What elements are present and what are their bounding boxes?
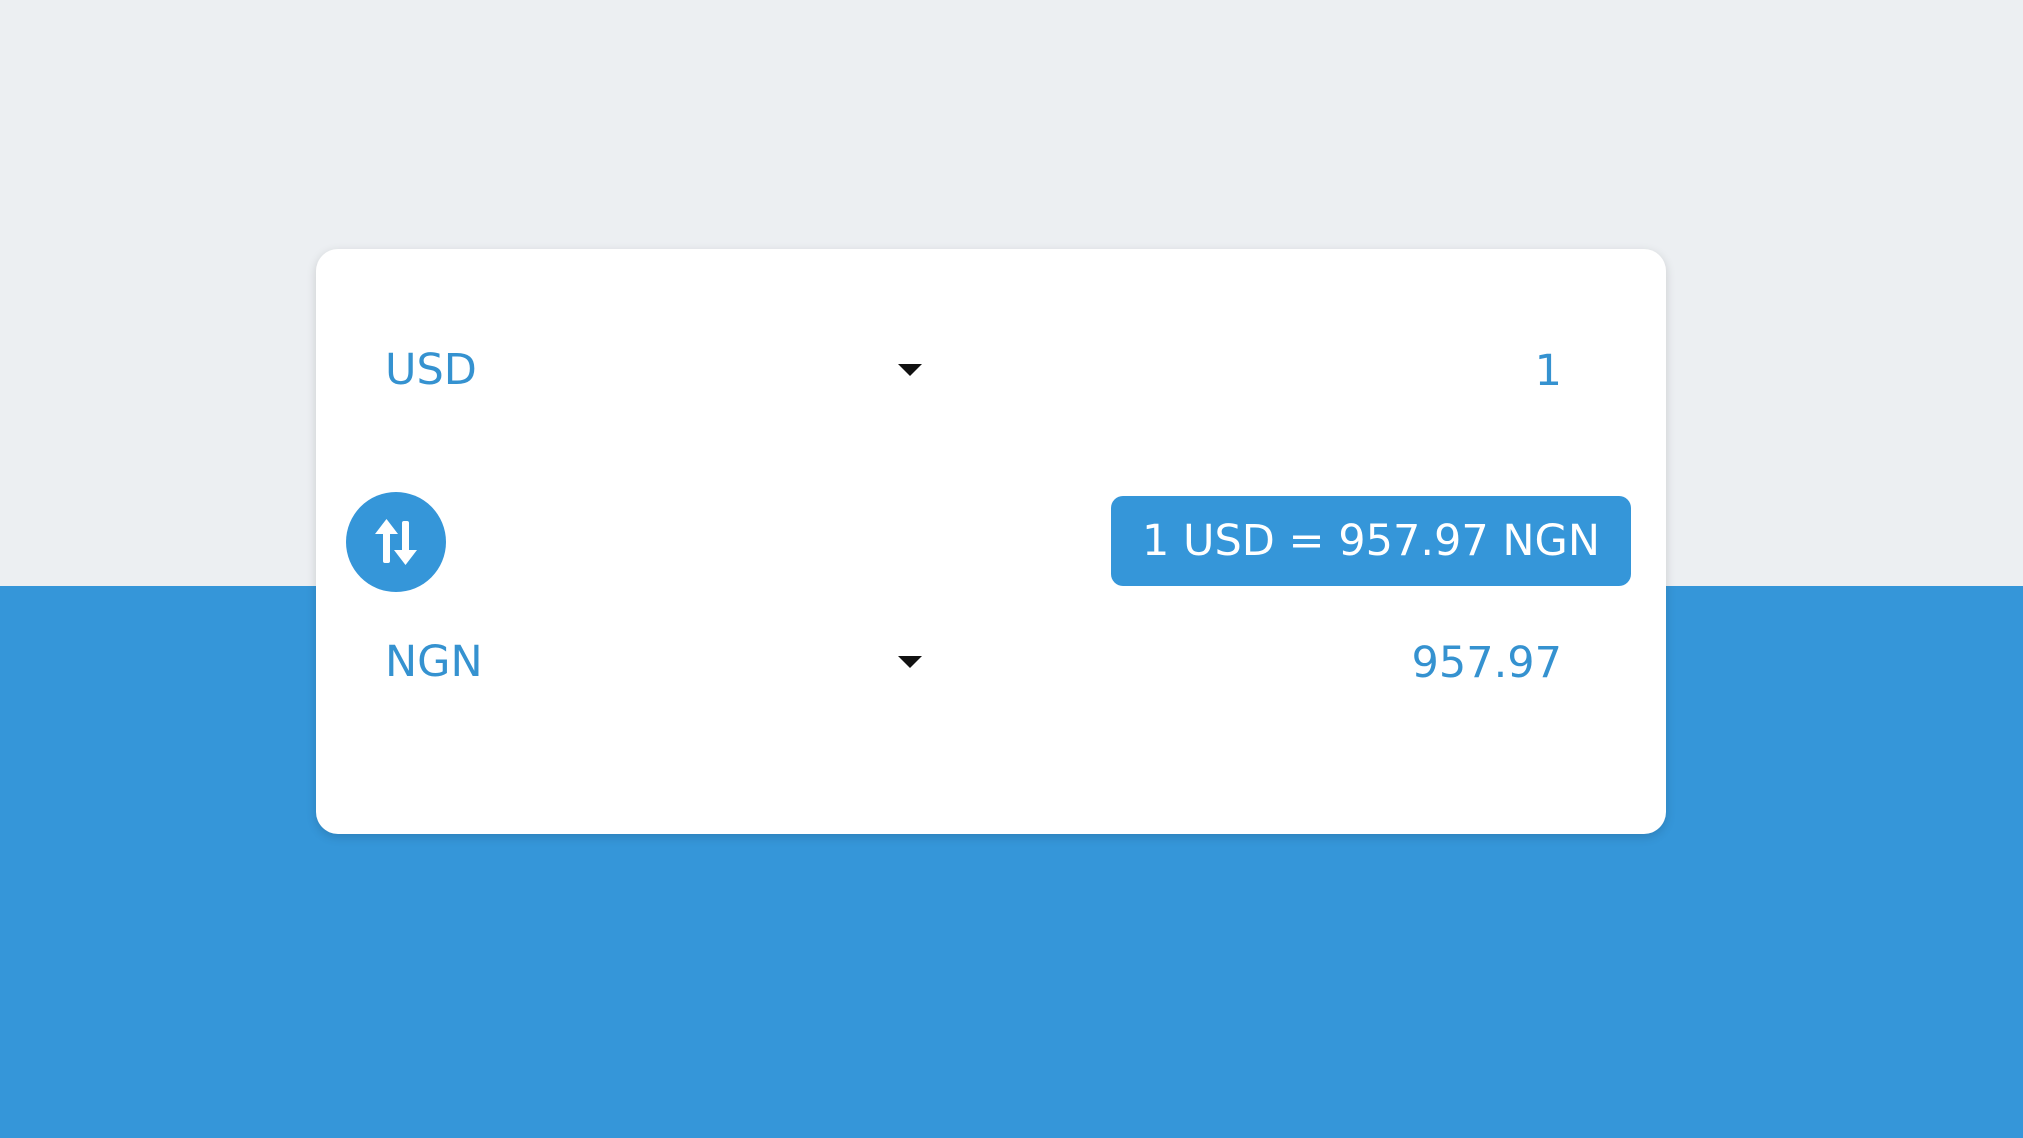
- swap-button[interactable]: [346, 492, 446, 592]
- from-currency-select[interactable]: USD: [385, 330, 925, 410]
- caret-down-icon: [898, 656, 922, 668]
- exchange-rate-badge: 1 USD = 957.97 NGN: [1111, 496, 1631, 586]
- to-currency-code: NGN: [385, 637, 483, 687]
- caret-down-icon: [898, 364, 922, 376]
- to-currency-select[interactable]: NGN: [385, 622, 925, 702]
- to-amount-output[interactable]: [945, 622, 1564, 704]
- from-currency-code: USD: [385, 345, 477, 395]
- from-amount-input[interactable]: [945, 330, 1564, 412]
- swap-vertical-arrows-icon: [375, 519, 417, 565]
